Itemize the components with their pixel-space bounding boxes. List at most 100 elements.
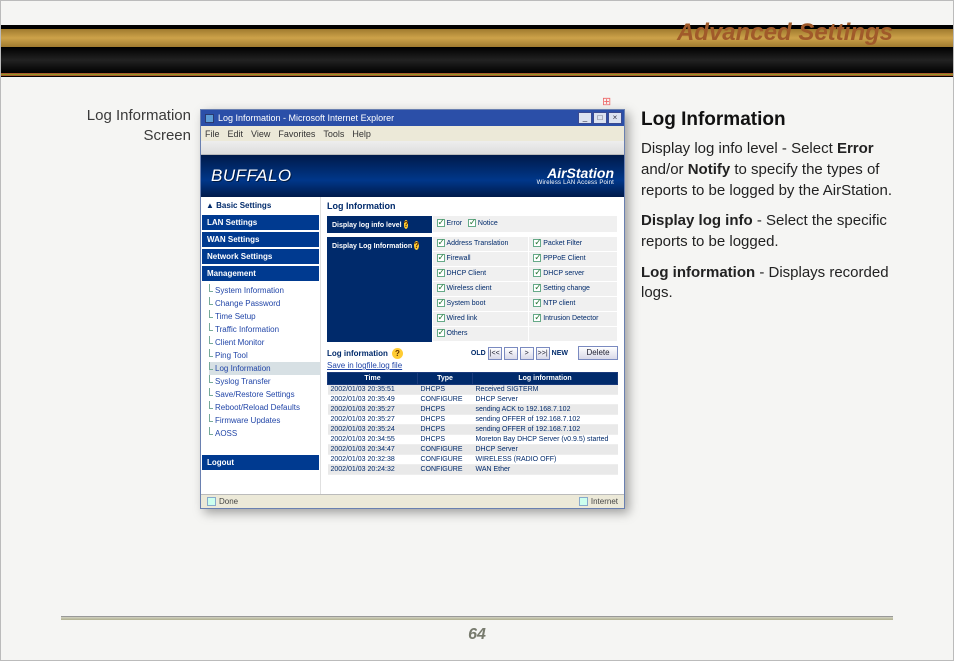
pager-next-button[interactable]: > (520, 347, 534, 360)
checkbox-setting-change[interactable]: Setting change (533, 284, 590, 292)
sidebar-item-save-restore[interactable]: Save/Restore Settings (209, 388, 320, 401)
log-row: 2002/01/03 20:35:24DHCPSsending OFFER of… (328, 425, 618, 435)
log-row: 2002/01/03 20:35:51DHCPSReceived SIGTERM (328, 385, 618, 395)
menu-help[interactable]: Help (352, 129, 371, 139)
window-icon (205, 114, 214, 123)
status-internet: Internet (591, 497, 618, 506)
figure-caption: Log Information Screen (86, 106, 191, 147)
log-row: 2002/01/03 20:34:55DHCPSMoreton Bay DHCP… (328, 435, 618, 445)
pager-prev-button[interactable]: < (504, 347, 518, 360)
pager-new: NEW (552, 350, 568, 357)
window-title: Log Information - Microsoft Internet Exp… (218, 113, 394, 123)
doc-p2: Display log info - Select the specific r… (641, 211, 906, 252)
window-titlebar: Log Information - Microsoft Internet Exp… (201, 110, 624, 126)
menu-edit[interactable]: Edit (228, 129, 244, 139)
menu-tools[interactable]: Tools (323, 129, 344, 139)
sidebar-lan-settings[interactable]: LAN Settings (201, 214, 320, 231)
checkbox-others[interactable]: Others (437, 329, 468, 337)
footer-rule (61, 616, 893, 620)
checkbox-packet-filter[interactable]: Packet Filter (533, 239, 582, 247)
log-row: 2002/01/03 20:24:32CONFIGUREWAN Ether (328, 465, 618, 475)
log-row: 2002/01/03 20:32:38CONFIGUREWIRELESS (RA… (328, 455, 618, 465)
checkbox-wired-link[interactable]: Wired link (437, 314, 478, 322)
maximize-button[interactable]: □ (593, 112, 607, 124)
checkbox-ntp-client[interactable]: NTP client (533, 299, 575, 307)
pager: OLD |<< < > >>| NEW Delete (471, 346, 618, 360)
help-icon[interactable]: ? (414, 241, 419, 250)
log-th-type: Type (418, 373, 473, 385)
doc-p3: Log information - Displays recorded logs… (641, 263, 906, 304)
done-icon (207, 497, 216, 506)
page-number: 64 (1, 626, 953, 644)
checkbox-pppoe-client[interactable]: PPPoE Client (533, 254, 585, 262)
sidebar-item-log-information[interactable]: Log Information (209, 362, 320, 375)
delete-button[interactable]: Delete (578, 346, 618, 360)
pager-last-button[interactable]: >>| (536, 347, 550, 360)
sidebar-management[interactable]: Management (201, 265, 320, 282)
sidebar-item-time-setup[interactable]: Time Setup (209, 310, 320, 323)
log-row: 2002/01/03 20:35:49CONFIGUREDHCP Server (328, 395, 618, 405)
doc-text: Log Information Display log info level -… (641, 107, 906, 314)
log-row: 2002/01/03 20:34:47CONFIGUREDHCP Server (328, 445, 618, 455)
sidebar-item-traffic-information[interactable]: Traffic Information (209, 323, 320, 336)
menubar: File Edit View Favorites Tools Help ⊞ (201, 126, 624, 141)
checkbox-dhcp-server[interactable]: DHCP server (533, 269, 584, 277)
sidebar-management-list: System Information Change Password Time … (201, 282, 320, 444)
sidebar-basic-settings[interactable]: ▲ Basic Settings (201, 197, 320, 214)
main-content: Log Information Display log info level ?… (321, 197, 624, 494)
checkbox-dhcp-client[interactable]: DHCP Client (437, 269, 487, 277)
page-header-title: Advanced Settings (677, 19, 893, 47)
checkbox-address-translation[interactable]: Address Translation (437, 239, 509, 247)
browser-viewport: BUFFALO AirStation Wireless LAN Access P… (201, 155, 624, 494)
config-display-label: Display Log Information ? (327, 237, 432, 342)
doc-p1: Display log info level - Select Error an… (641, 139, 906, 201)
sidebar-item-change-password[interactable]: Change Password (209, 297, 320, 310)
help-icon[interactable]: ? (404, 220, 409, 229)
toolbar (201, 141, 624, 155)
checkbox-notice[interactable]: Notice (468, 219, 498, 227)
sidebar-logout[interactable]: Logout (201, 454, 320, 471)
sidebar-item-system-information[interactable]: System Information (209, 284, 320, 297)
save-log-link[interactable]: Save in logfile.log file (327, 361, 402, 370)
checkbox-error[interactable]: Error (437, 219, 463, 227)
config-level-table: Display log info level ? Error Notice (327, 215, 618, 233)
menu-view[interactable]: View (251, 129, 270, 139)
sidebar-network-settings[interactable]: Network Settings (201, 248, 320, 265)
log-th-time: Time (328, 373, 418, 385)
log-table: Time Type Log information 2002/01/03 20:… (327, 372, 618, 475)
menu-favorites[interactable]: Favorites (278, 129, 315, 139)
config-display-table: Display Log Information ? Address Transl… (327, 236, 618, 342)
hero-banner: BUFFALO AirStation Wireless LAN Access P… (201, 155, 624, 197)
help-icon[interactable]: ? (392, 348, 403, 359)
checkbox-intrusion-detector[interactable]: Intrusion Detector (533, 314, 598, 322)
log-th-info: Log information (473, 373, 618, 385)
sidebar-item-syslog-transfer[interactable]: Syslog Transfer (209, 375, 320, 388)
pager-old: OLD (471, 350, 486, 357)
airstation-logo: AirStation Wireless LAN Access Point (537, 166, 614, 186)
band-black (1, 47, 953, 73)
checkbox-system-boot[interactable]: System boot (437, 299, 486, 307)
product-tagline: Wireless LAN Access Point (537, 180, 614, 186)
config-level-label: Display log info level ? (327, 216, 432, 233)
minimize-button[interactable]: _ (578, 112, 592, 124)
close-button[interactable]: × (608, 112, 622, 124)
status-bar: Done Internet (201, 494, 624, 508)
status-done: Done (219, 497, 238, 506)
sidebar-item-reboot-reload[interactable]: Reboot/Reload Defaults (209, 401, 320, 414)
sidebar-item-client-monitor[interactable]: Client Monitor (209, 336, 320, 349)
doc-heading: Log Information (641, 107, 906, 133)
sidebar-item-ping-tool[interactable]: Ping Tool (209, 349, 320, 362)
sidebar: ▲ Basic Settings LAN Settings WAN Settin… (201, 197, 321, 494)
product-name: AirStation (537, 166, 614, 180)
checkbox-wireless-client[interactable]: Wireless client (437, 284, 492, 292)
windows-logo-icon: ⊞ (602, 95, 620, 113)
menu-file[interactable]: File (205, 129, 220, 139)
checkbox-firewall[interactable]: Firewall (437, 254, 471, 262)
sidebar-item-aoss[interactable]: AOSS (209, 427, 320, 440)
pager-first-button[interactable]: |<< (488, 347, 502, 360)
sidebar-item-firmware-updates[interactable]: Firmware Updates (209, 414, 320, 427)
log-row: 2002/01/03 20:35:27DHCPSsending OFFER of… (328, 415, 618, 425)
band-orange (1, 73, 953, 77)
sidebar-wan-settings[interactable]: WAN Settings (201, 231, 320, 248)
main-heading: Log Information (327, 201, 618, 211)
